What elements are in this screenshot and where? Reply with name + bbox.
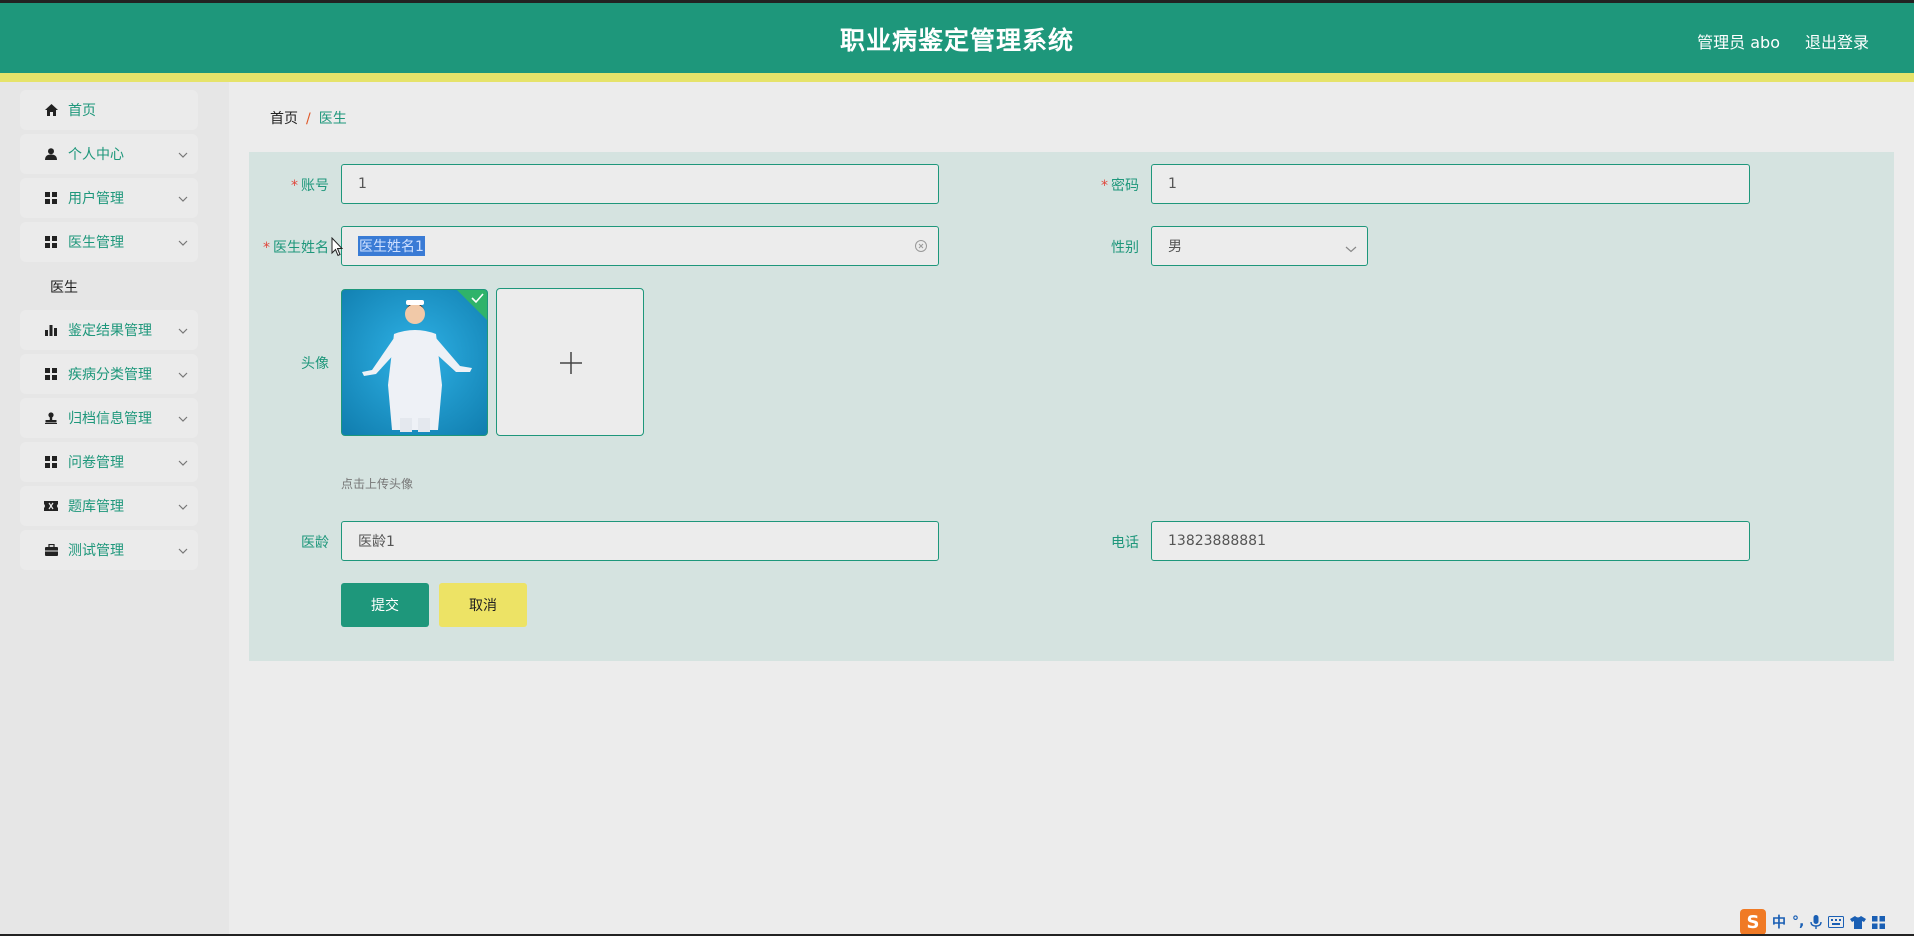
experience-input[interactable]: 医龄1 <box>341 521 939 561</box>
sidebar-item-label: 鉴定结果管理 <box>68 323 152 339</box>
selected-text: 医生姓名1 <box>358 236 425 256</box>
current-user: 管理员 abo <box>1697 33 1780 52</box>
breadcrumb-home[interactable]: 首页 <box>270 111 298 127</box>
sidebar-item-label: 首页 <box>68 103 96 119</box>
sidebar-subitem-doctor[interactable]: 医生 <box>50 277 78 297</box>
user-icon <box>44 147 58 161</box>
account-input[interactable]: 1 <box>341 164 939 204</box>
sogou-logo-icon[interactable]: S <box>1740 909 1766 935</box>
clear-icon[interactable] <box>914 239 928 257</box>
top-header: 职业病鉴定管理系统 管理员 abo 退出登录 <box>0 0 1914 73</box>
skin-shirt-icon[interactable] <box>1850 915 1867 929</box>
sidebar-item-home[interactable]: 首页 <box>20 90 198 130</box>
doctor-name-input[interactable]: 医生姓名1 <box>341 226 939 266</box>
home-icon <box>44 103 58 117</box>
sidebar-item-users[interactable]: 用户管理 <box>20 178 198 218</box>
briefcase-icon <box>44 543 58 557</box>
grid-icon <box>44 367 58 381</box>
mouse-cursor-icon <box>331 237 343 257</box>
upload-avatar-button[interactable] <box>496 288 644 436</box>
toolbox-grid-icon[interactable] <box>1872 915 1886 929</box>
password-input[interactable]: 1 <box>1151 164 1750 204</box>
sidebar-item-label: 用户管理 <box>68 191 124 207</box>
ticket-icon <box>44 499 58 513</box>
grid-icon <box>44 191 58 205</box>
avatar-thumbnail[interactable] <box>341 289 488 436</box>
gender-select[interactable]: 男 <box>1151 226 1368 266</box>
chevron-down-icon <box>178 367 188 383</box>
stamp-icon <box>44 411 58 425</box>
submit-button[interactable]: 提交 <box>341 583 429 627</box>
sidebar-item-label: 个人中心 <box>68 147 124 163</box>
sidebar-item-label: 测试管理 <box>68 543 124 559</box>
sidebar: 首页 个人中心 用户管理 医生管理 医生 鉴定结果管理 疾病分类管理 归档信息管… <box>0 82 229 936</box>
sidebar-item-label: 医生管理 <box>68 235 124 251</box>
sidebar-item-profile[interactable]: 个人中心 <box>20 134 198 174</box>
sidebar-item-label: 疾病分类管理 <box>68 367 152 383</box>
phone-label: 电话 <box>1111 535 1139 551</box>
grid-icon <box>44 235 58 249</box>
sidebar-item-label: 问卷管理 <box>68 455 124 471</box>
cancel-button[interactable]: 取消 <box>439 583 527 627</box>
sidebar-item-tests[interactable]: 测试管理 <box>20 530 198 570</box>
upload-hint: 点击上传头像 <box>341 477 414 491</box>
chevron-down-icon <box>178 235 188 251</box>
breadcrumb-current: 医生 <box>318 111 347 127</box>
chevron-down-icon <box>178 147 188 163</box>
avatar-label: 头像 <box>301 356 329 372</box>
chevron-down-icon <box>178 323 188 339</box>
app-title: 职业病鉴定管理系统 <box>839 26 1074 55</box>
sidebar-item-results[interactable]: 鉴定结果管理 <box>20 310 198 350</box>
header-accent-bar <box>0 73 1914 82</box>
plus-icon <box>560 352 582 374</box>
breadcrumb-separator: / <box>306 111 311 127</box>
chevron-down-icon <box>178 543 188 559</box>
doctor-name-label: * 医生姓名 <box>263 240 329 256</box>
logout-button[interactable]: 退出登录 <box>1805 29 1869 53</box>
chevron-down-icon <box>178 191 188 207</box>
bar-chart-icon <box>44 323 58 337</box>
sidebar-item-question-bank[interactable]: 题库管理 <box>20 486 198 526</box>
success-check-icon <box>457 290 487 320</box>
gender-label: 性别 <box>1111 240 1139 256</box>
sidebar-item-disease-category[interactable]: 疾病分类管理 <box>20 354 198 394</box>
chevron-down-icon <box>1345 241 1357 257</box>
required-mark: * <box>291 178 298 194</box>
grid-icon <box>44 455 58 469</box>
keyboard-icon[interactable] <box>1828 916 1845 928</box>
ime-punctuation-toggle[interactable]: °, <box>1792 914 1804 930</box>
required-mark: * <box>263 240 270 256</box>
ime-mode-toggle[interactable]: 中 <box>1772 912 1786 932</box>
chevron-down-icon <box>178 499 188 515</box>
experience-label: 医龄 <box>301 535 329 551</box>
chevron-down-icon <box>178 411 188 427</box>
password-label: * 密码 <box>1101 178 1139 194</box>
chevron-down-icon <box>178 455 188 471</box>
required-mark: * <box>1101 178 1108 194</box>
phone-input[interactable]: 13823888881 <box>1151 521 1750 561</box>
sidebar-item-archive[interactable]: 归档信息管理 <box>20 398 198 438</box>
sidebar-item-label: 归档信息管理 <box>68 411 152 427</box>
ime-toolbar: S 中 °, <box>1736 908 1914 936</box>
account-label: * 账号 <box>291 178 329 194</box>
microphone-icon[interactable] <box>1810 915 1823 929</box>
sidebar-item-questionnaire[interactable]: 问卷管理 <box>20 442 198 482</box>
breadcrumb: 首页 / 医生 <box>270 108 347 128</box>
sidebar-item-doctors[interactable]: 医生管理 <box>20 222 198 262</box>
sidebar-item-label: 题库管理 <box>68 499 124 515</box>
